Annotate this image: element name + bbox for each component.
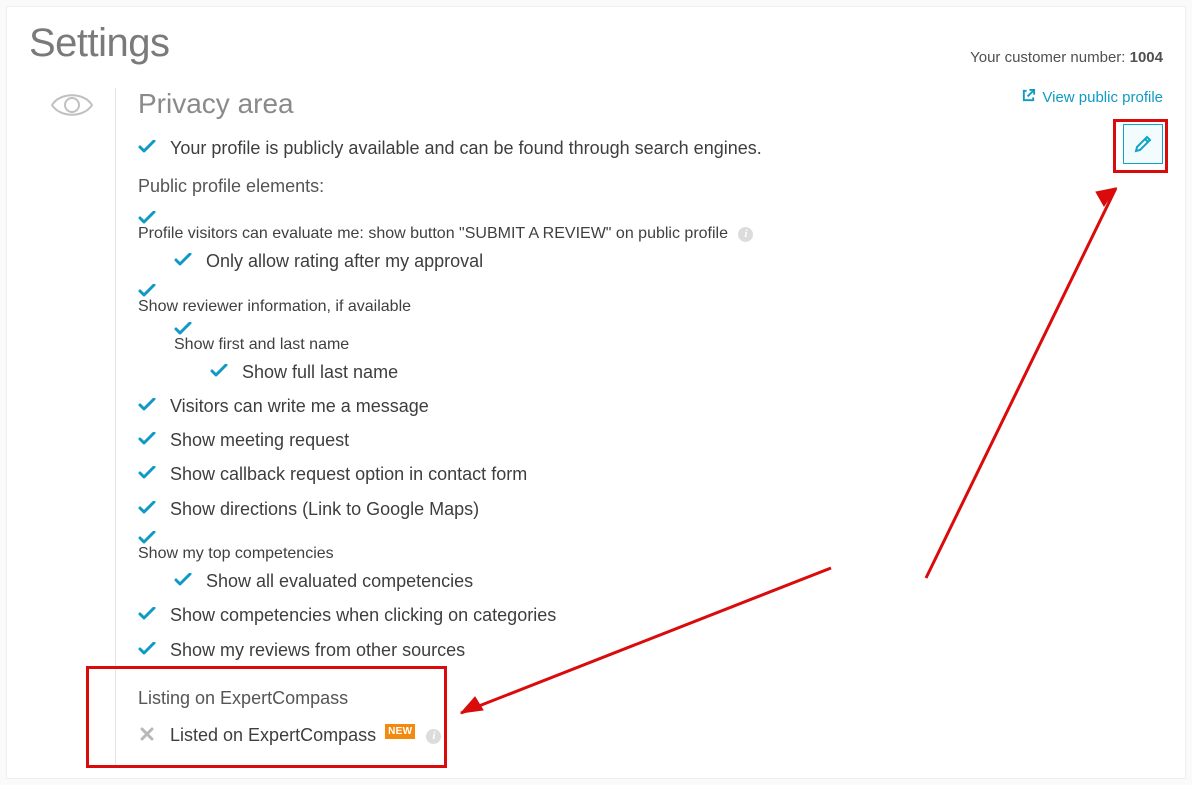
item-evaluate-label: Profile visitors can evaluate me: show b… — [138, 225, 728, 242]
listing-list: Listed on ExpertCompass NEW i — [138, 723, 1163, 747]
item-listing-label: Listed on ExpertCompass — [170, 725, 376, 745]
check-icon — [138, 531, 1163, 545]
customer-number-value: 1004 — [1130, 49, 1163, 66]
body: Privacy area View public profile Your pr… — [29, 88, 1163, 768]
public-elements-list: Profile visitors can evaluate me: show b… — [138, 211, 1163, 662]
customer-number: Your customer number: 1004 — [970, 49, 1163, 66]
view-public-profile-link[interactable]: View public profile — [1021, 88, 1163, 107]
check-icon — [174, 253, 192, 267]
annotation-listing-box — [86, 666, 447, 768]
item-profile-public-label: Your profile is publicly available and c… — [170, 136, 762, 160]
header-row: Settings Your customer number: 1004 — [29, 21, 1163, 66]
item-listing: Listed on ExpertCompass NEW i — [138, 723, 1163, 747]
item-profile-public: Your profile is publicly available and c… — [138, 136, 1163, 160]
settings-panel: Settings Your customer number: 1004 Priv… — [6, 6, 1186, 779]
view-public-profile-label: View public profile — [1042, 89, 1163, 106]
item-callback: Show callback request option in contact … — [138, 462, 1163, 486]
check-icon — [138, 642, 156, 656]
check-icon — [210, 364, 228, 378]
section-header-row: Privacy area View public profile — [138, 88, 1163, 134]
pencil-icon — [1133, 134, 1153, 154]
item-directions: Show directions (Link to Google Maps) — [138, 497, 1163, 521]
item-reviewer-info-label: Show reviewer information, if available — [138, 298, 411, 315]
item-full-last: Show full last name — [210, 360, 1163, 384]
check-icon — [138, 211, 1163, 225]
item-top-comp-label: Show my top competencies — [138, 545, 334, 562]
check-icon — [138, 501, 156, 515]
check-icon — [174, 573, 192, 587]
section-icon-col — [29, 88, 115, 768]
privacy-tree: Your profile is publicly available and c… — [138, 136, 1163, 160]
item-evaluate: Profile visitors can evaluate me: show b… — [138, 211, 1163, 273]
listing-heading: Listing on ExpertCompass — [138, 688, 1163, 709]
privacy-content: Privacy area View public profile Your pr… — [116, 88, 1163, 768]
item-top-comp: Show my top competencies Show all evalua… — [138, 531, 1163, 593]
badge-new: NEW — [385, 724, 415, 740]
cross-icon — [138, 727, 156, 741]
item-message-label: Visitors can write me a message — [170, 394, 429, 418]
check-icon — [138, 140, 156, 154]
item-reviewer-info: Show reviewer information, if available … — [138, 284, 1163, 384]
customer-number-label: Your customer number: — [970, 49, 1125, 66]
item-other-src: Show my reviews from other sources — [138, 638, 1163, 662]
check-icon — [174, 322, 1163, 336]
check-icon — [138, 398, 156, 412]
info-icon[interactable]: i — [738, 227, 753, 242]
page-title: Settings — [29, 21, 170, 66]
item-all-comp: Show all evaluated competencies — [174, 569, 1163, 593]
public-elements-heading: Public profile elements: — [138, 176, 1163, 197]
check-icon — [138, 607, 156, 621]
item-directions-label: Show directions (Link to Google Maps) — [170, 497, 479, 521]
item-approval: Only allow rating after my approval — [174, 249, 1163, 273]
item-first-last: Show first and last name Show full last … — [174, 322, 1163, 384]
eye-icon — [50, 90, 94, 768]
item-other-src-label: Show my reviews from other sources — [170, 638, 465, 662]
item-approval-label: Only allow rating after my approval — [206, 249, 483, 273]
check-icon — [138, 432, 156, 446]
item-message: Visitors can write me a message — [138, 394, 1163, 418]
edit-button[interactable] — [1123, 124, 1163, 164]
item-comp-cat-label: Show competencies when clicking on categ… — [170, 603, 556, 627]
item-callback-label: Show callback request option in contact … — [170, 462, 527, 486]
item-full-last-label: Show full last name — [242, 360, 398, 384]
item-first-last-label: Show first and last name — [174, 336, 349, 353]
check-icon — [138, 284, 1163, 298]
info-icon[interactable]: i — [426, 729, 441, 744]
external-link-icon — [1021, 88, 1036, 107]
item-meeting-label: Show meeting request — [170, 428, 349, 452]
section-title: Privacy area — [138, 88, 294, 120]
item-meeting: Show meeting request — [138, 428, 1163, 452]
check-icon — [138, 466, 156, 480]
item-comp-cat: Show competencies when clicking on categ… — [138, 603, 1163, 627]
item-all-comp-label: Show all evaluated competencies — [206, 569, 473, 593]
